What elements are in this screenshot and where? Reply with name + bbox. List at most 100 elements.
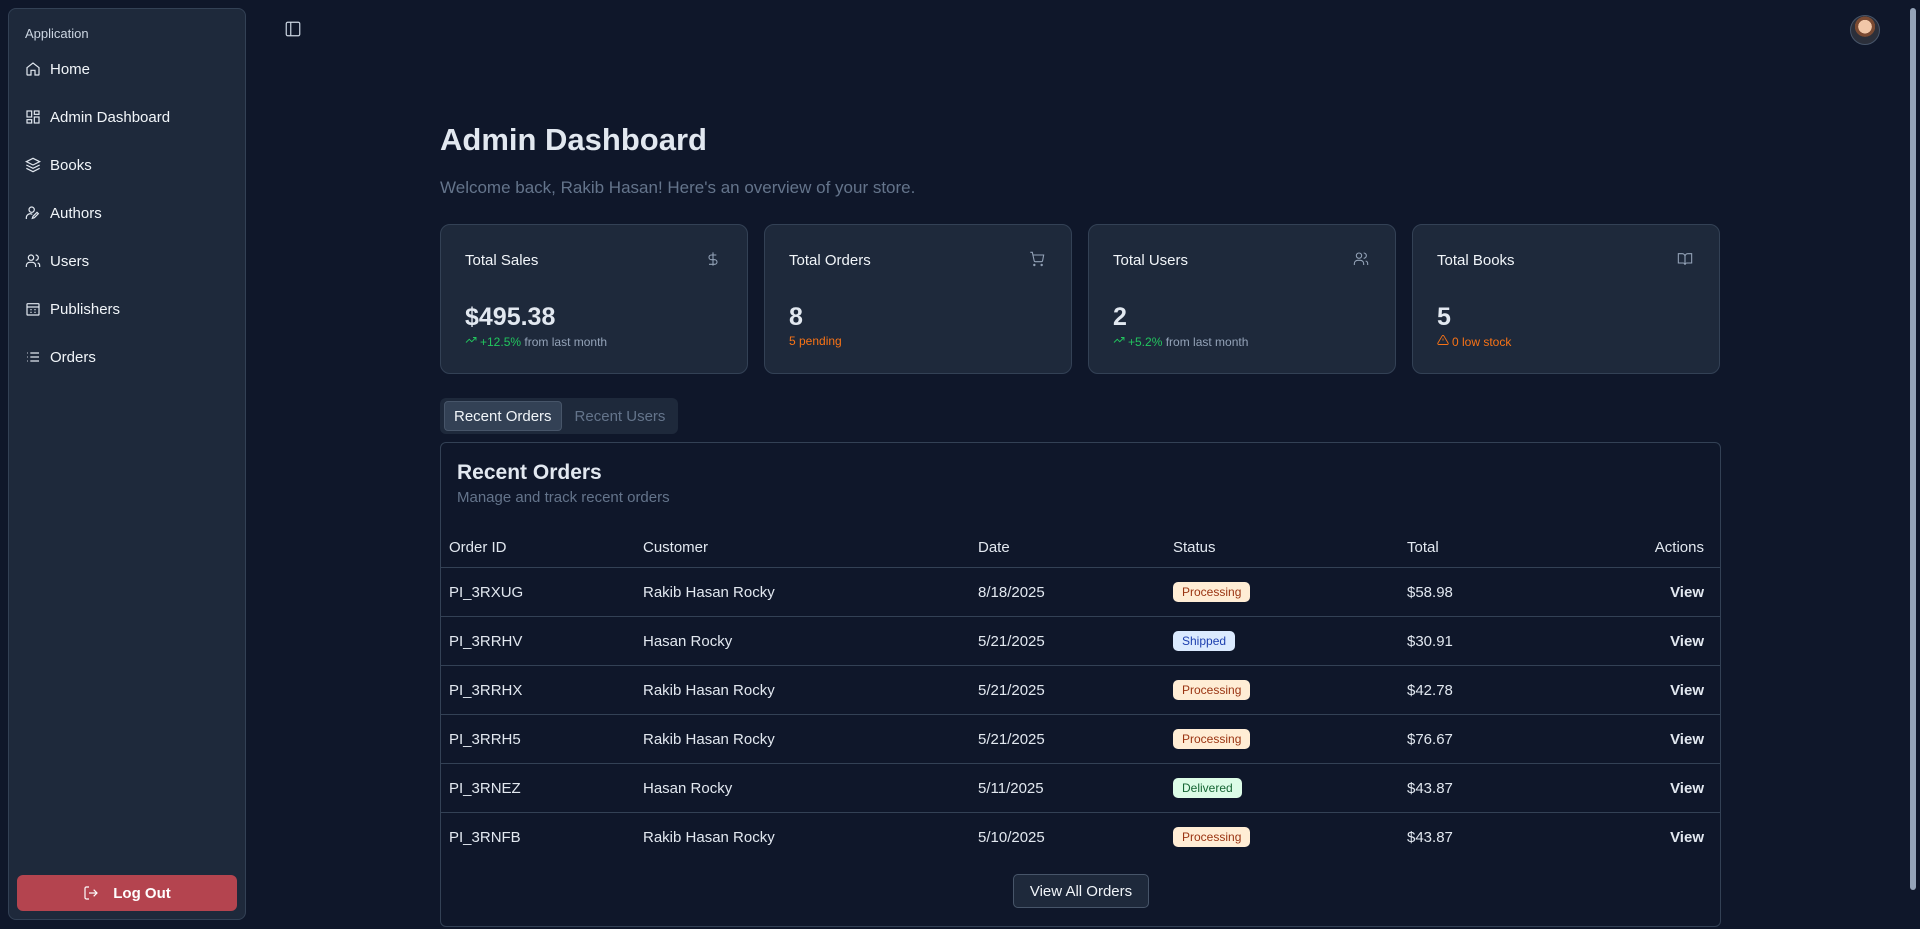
logout-button[interactable]: Log Out bbox=[17, 875, 237, 911]
sidebar-item-home[interactable]: Home bbox=[17, 49, 237, 89]
order-id: PI_3RXUG bbox=[441, 567, 635, 617]
sidebar-item-books[interactable]: Books bbox=[17, 145, 237, 185]
column-header: Status bbox=[1173, 538, 1216, 556]
status-cell: Processing bbox=[1165, 665, 1399, 715]
card-total-books: Total Books 5 0 low stock bbox=[1412, 224, 1720, 374]
logout-icon bbox=[83, 885, 99, 901]
card-value: 5 bbox=[1437, 303, 1451, 331]
panel-description: Manage and track recent orders bbox=[457, 489, 670, 506]
cart-icon bbox=[1029, 251, 1045, 267]
customer: Rakib Hasan Rocky bbox=[635, 812, 970, 861]
table-row: PI_3RNEZ Hasan Rocky 5/11/2025 Delivered… bbox=[441, 763, 1720, 813]
card-note-highlight: +5.2% bbox=[1128, 334, 1163, 349]
status-cell: Delivered bbox=[1165, 763, 1399, 813]
sidebar-item-admin-dashboard[interactable]: Admin Dashboard bbox=[17, 97, 237, 137]
status-badge: Processing bbox=[1173, 582, 1251, 602]
page-title: Admin Dashboard bbox=[440, 122, 707, 157]
card-note-highlight: 5 pending bbox=[789, 334, 842, 348]
column-header: Customer bbox=[643, 538, 709, 556]
status-badge: Delivered bbox=[1173, 778, 1242, 798]
card-note-rest: from last month bbox=[1165, 334, 1249, 349]
trending-up-icon bbox=[1113, 334, 1128, 349]
users-icon bbox=[1353, 251, 1369, 267]
view-button[interactable]: View bbox=[1670, 633, 1704, 650]
table-header-row: Order ID Customer Date Status Total Acti… bbox=[441, 527, 1720, 568]
status-cell: Processing bbox=[1165, 812, 1399, 861]
status-badge: Processing bbox=[1173, 827, 1251, 847]
card-note-rest: from last month bbox=[524, 334, 608, 349]
card-total-orders: Total Orders 8 5 pending bbox=[764, 224, 1072, 374]
scrollbar[interactable] bbox=[1906, 0, 1920, 929]
view-button[interactable]: View bbox=[1670, 731, 1704, 748]
status-cell: Shipped bbox=[1165, 616, 1399, 666]
actions-cell: View bbox=[1615, 812, 1720, 861]
view-button[interactable]: View bbox=[1670, 584, 1704, 601]
customer: Rakib Hasan Rocky bbox=[635, 567, 970, 617]
date: 5/11/2025 bbox=[970, 763, 1165, 813]
column-header: Actions bbox=[1654, 538, 1704, 556]
tab-recent-orders[interactable]: Recent Orders bbox=[444, 401, 562, 431]
card-note: 0 low stock bbox=[1437, 334, 1511, 349]
stats-cards: Total Sales $495.38 +12.5% from last mon… bbox=[440, 224, 1720, 374]
actions-cell: View bbox=[1615, 714, 1720, 764]
home-icon bbox=[25, 61, 41, 77]
view-button[interactable]: View bbox=[1670, 829, 1704, 846]
total: $43.87 bbox=[1399, 812, 1615, 861]
sidebar-item-users[interactable]: Users bbox=[17, 241, 237, 281]
tab-recent-users[interactable]: Recent Users bbox=[566, 402, 675, 430]
user-pen-icon bbox=[25, 205, 41, 221]
actions-cell: View bbox=[1615, 763, 1720, 813]
order-id: PI_3RRHX bbox=[441, 665, 635, 715]
avatar[interactable] bbox=[1850, 15, 1880, 45]
status-badge: Processing bbox=[1173, 729, 1251, 749]
sidebar: Application Home Admin Dashboard Books A… bbox=[8, 8, 246, 920]
order-id: PI_3RNFB bbox=[441, 812, 635, 861]
sidebar-item-label: Admin Dashboard bbox=[50, 108, 171, 126]
status-cell: Processing bbox=[1165, 714, 1399, 764]
total: $42.78 bbox=[1399, 665, 1615, 715]
card-note-highlight: 0 low stock bbox=[1452, 334, 1512, 349]
sidebar-item-label: Authors bbox=[50, 204, 102, 222]
date: 5/21/2025 bbox=[970, 665, 1165, 715]
view-all-orders-button[interactable]: View All Orders bbox=[1013, 874, 1149, 908]
order-id: PI_3RNEZ bbox=[441, 763, 635, 813]
sidebar-item-label: Users bbox=[50, 252, 90, 270]
sidebar-toggle-button[interactable] bbox=[284, 20, 304, 40]
card-title: Total Books bbox=[1437, 252, 1515, 269]
scrollbar-thumb[interactable] bbox=[1910, 8, 1916, 890]
customer: Hasan Rocky bbox=[635, 763, 970, 813]
date: 5/21/2025 bbox=[970, 714, 1165, 764]
column-header: Date bbox=[978, 538, 1010, 556]
card-title: Total Users bbox=[1113, 252, 1189, 269]
total: $30.91 bbox=[1399, 616, 1615, 666]
date: 5/10/2025 bbox=[970, 812, 1165, 861]
status-badge: Shipped bbox=[1173, 631, 1236, 651]
table-row: PI_3RRHV Hasan Rocky 5/21/2025 Shipped $… bbox=[441, 616, 1720, 666]
card-value: 8 bbox=[789, 303, 803, 331]
total: $43.87 bbox=[1399, 763, 1615, 813]
order-id: PI_3RRH5 bbox=[441, 714, 635, 764]
column-header: Total bbox=[1407, 538, 1439, 556]
order-id: PI_3RRHV bbox=[441, 616, 635, 666]
card-value: $495.38 bbox=[465, 303, 556, 331]
tabs: Recent Orders Recent Users bbox=[440, 398, 679, 434]
book-open-icon bbox=[1677, 251, 1693, 267]
view-button[interactable]: View bbox=[1670, 682, 1704, 699]
sidebar-item-publishers[interactable]: Publishers bbox=[17, 289, 237, 329]
list-icon bbox=[25, 349, 41, 365]
sidebar-item-label: Home bbox=[50, 60, 91, 78]
sidebar-item-authors[interactable]: Authors bbox=[17, 193, 237, 233]
actions-cell: View bbox=[1615, 665, 1720, 715]
sidebar-item-orders[interactable]: Orders bbox=[17, 337, 237, 377]
date: 8/18/2025 bbox=[970, 567, 1165, 617]
total: $76.67 bbox=[1399, 714, 1615, 764]
status-badge: Processing bbox=[1173, 680, 1251, 700]
view-button[interactable]: View bbox=[1670, 780, 1704, 797]
table-row: PI_3RXUG Rakib Hasan Rocky 8/18/2025 Pro… bbox=[441, 567, 1720, 617]
card-title: Total Sales bbox=[465, 252, 539, 269]
table-row: PI_3RRH5 Rakib Hasan Rocky 5/21/2025 Pro… bbox=[441, 714, 1720, 764]
table-row: PI_3RRHX Rakib Hasan Rocky 5/21/2025 Pro… bbox=[441, 665, 1720, 715]
layers-icon bbox=[25, 157, 41, 173]
card-note: +12.5% from last month bbox=[465, 334, 607, 349]
customer: Hasan Rocky bbox=[635, 616, 970, 666]
